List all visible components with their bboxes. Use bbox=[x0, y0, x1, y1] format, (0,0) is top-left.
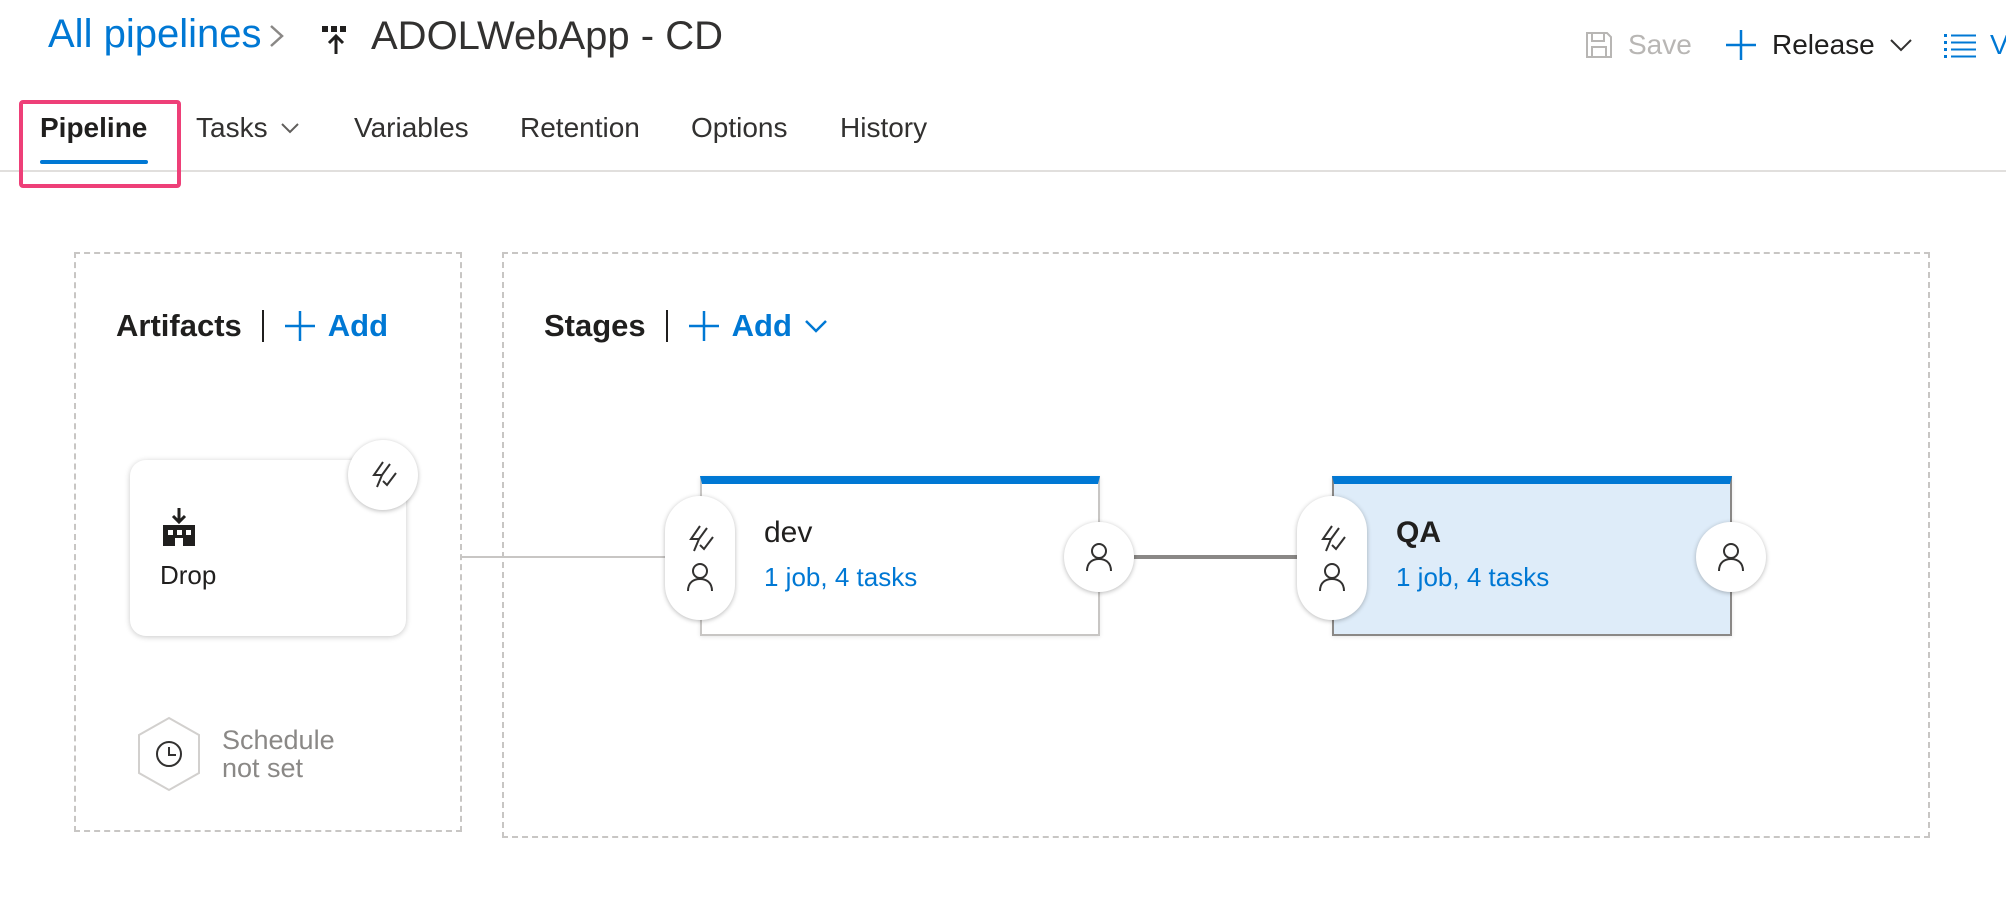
tab-bar-divider bbox=[0, 170, 2006, 172]
tab-tasks-label: Tasks bbox=[196, 112, 268, 143]
lightning-trigger-icon bbox=[1321, 525, 1346, 552]
schedule-line-2: not set bbox=[222, 753, 304, 783]
plus-icon bbox=[284, 311, 315, 341]
artifact-to-dev-connector bbox=[462, 556, 668, 558]
build-artifact-icon bbox=[163, 508, 195, 546]
stage-name: QA bbox=[1396, 516, 1441, 549]
chevron-down-icon bbox=[1890, 39, 1912, 52]
pre-deployment-trigger-button[interactable] bbox=[685, 523, 715, 555]
stages-title: Stages bbox=[544, 308, 646, 343]
artifacts-title: Artifacts bbox=[116, 308, 242, 343]
save-button[interactable]: Save bbox=[1584, 24, 1692, 66]
breadcrumb-all-pipelines[interactable]: All pipelines bbox=[48, 12, 261, 57]
pre-deployment-conditions-qa bbox=[1297, 496, 1367, 620]
add-stage-label: Add bbox=[731, 308, 792, 343]
stages-header: Stages Add bbox=[544, 306, 828, 346]
person-icon bbox=[1086, 543, 1112, 572]
save-label: Save bbox=[1628, 29, 1692, 60]
artifact-name: Drop bbox=[160, 560, 217, 590]
person-icon bbox=[1718, 543, 1744, 572]
pre-deployment-approvers-button[interactable] bbox=[1317, 561, 1347, 593]
schedule-status: Schedule not set bbox=[222, 726, 335, 782]
tab-options-label: Options bbox=[691, 112, 788, 143]
release-label: Release bbox=[1772, 29, 1875, 60]
person-icon bbox=[687, 563, 713, 592]
pre-deployment-trigger-button[interactable] bbox=[1317, 523, 1347, 555]
tab-variables[interactable]: Variables bbox=[354, 112, 469, 144]
pre-deployment-conditions-dev bbox=[665, 496, 735, 620]
add-artifact-label: Add bbox=[327, 308, 389, 343]
schedule-clock-icon bbox=[138, 716, 200, 792]
add-stage-button[interactable]: Add bbox=[688, 308, 828, 344]
post-deployment-approvers-qa[interactable] bbox=[1696, 522, 1766, 592]
lightning-trigger-icon bbox=[689, 525, 714, 552]
header-divider bbox=[665, 310, 668, 342]
artifacts-header: Artifacts Add bbox=[116, 306, 388, 346]
stage-card-qa[interactable]: QA 1 job, 4 tasks bbox=[1332, 476, 1732, 636]
plus-icon bbox=[1726, 30, 1756, 60]
chevron-right-icon bbox=[270, 25, 284, 47]
chevron-down-icon bbox=[280, 123, 299, 134]
tab-retention-label: Retention bbox=[520, 112, 640, 143]
page-header: All pipelines ADOLWebApp - CD Save Relea… bbox=[0, 0, 2006, 90]
tab-options[interactable]: Options bbox=[691, 112, 788, 144]
tab-retention[interactable]: Retention bbox=[520, 112, 640, 144]
schedule-trigger[interactable]: Schedule not set bbox=[136, 716, 335, 792]
schedule-line-1: Schedule bbox=[222, 725, 335, 755]
stage-card-dev[interactable]: dev 1 job, 4 tasks bbox=[700, 476, 1100, 636]
tab-bar: Pipeline Tasks Variables Retention Optio… bbox=[0, 96, 2006, 172]
stage-job-summary-link[interactable]: 1 job, 4 tasks bbox=[1396, 562, 1549, 593]
page-title: ADOLWebApp - CD bbox=[371, 14, 723, 58]
dev-to-qa-connector bbox=[1134, 555, 1300, 559]
stage-job-summary-link[interactable]: 1 job, 4 tasks bbox=[764, 562, 917, 593]
release-pipeline-icon bbox=[322, 26, 346, 54]
tab-history[interactable]: History bbox=[840, 112, 927, 144]
create-release-button[interactable]: Release bbox=[1724, 24, 1913, 66]
lightning-trigger-icon bbox=[372, 461, 397, 488]
list-icon bbox=[1944, 34, 1976, 58]
header-divider bbox=[261, 310, 264, 342]
person-icon bbox=[1319, 563, 1345, 592]
tab-highlight-annotation bbox=[19, 100, 181, 188]
stage-name: dev bbox=[764, 516, 813, 549]
chevron-down-icon bbox=[805, 320, 827, 333]
plus-icon bbox=[688, 311, 719, 341]
save-icon bbox=[1586, 32, 1612, 58]
artifact-trigger-button[interactable] bbox=[348, 440, 418, 510]
post-deployment-approvers-dev[interactable] bbox=[1064, 522, 1134, 592]
view-label: V bbox=[1990, 29, 2006, 60]
add-artifact-button[interactable]: Add bbox=[284, 308, 388, 344]
tab-history-label: History bbox=[840, 112, 928, 143]
pre-deployment-approvers-button[interactable] bbox=[685, 561, 715, 593]
tab-variables-label: Variables bbox=[354, 112, 469, 143]
view-releases-button[interactable]: V bbox=[1944, 24, 2006, 66]
tab-tasks[interactable]: Tasks bbox=[196, 112, 300, 144]
